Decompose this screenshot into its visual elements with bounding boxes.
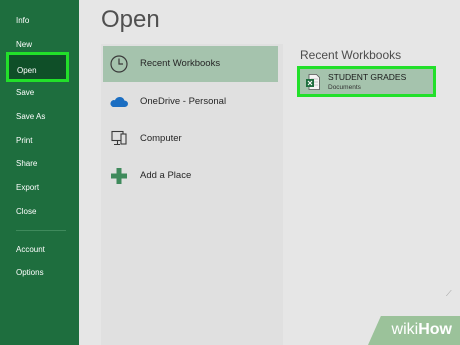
- open-locations-panel: Recent Workbooks OneDrive - Personal Com…: [101, 44, 283, 345]
- location-label: Recent Workbooks: [140, 58, 221, 69]
- location-label: OneDrive - Personal: [140, 96, 227, 107]
- location-computer[interactable]: Computer: [103, 121, 278, 157]
- location-label: Add a Place: [140, 170, 192, 181]
- location-label: Computer: [140, 133, 182, 144]
- excel-file-icon: [306, 74, 320, 90]
- recent-file-name: STUDENT GRADES: [328, 72, 407, 82]
- plus-icon: [111, 168, 127, 184]
- nav-export[interactable]: Export: [16, 183, 39, 192]
- backstage-sidebar: Info New Open Save Save As Print Share E…: [0, 0, 79, 345]
- computer-icon: [111, 130, 127, 146]
- nav-save[interactable]: Save: [16, 88, 34, 97]
- nav-open-label: Open: [17, 66, 37, 75]
- watermark-wiki: wiki: [391, 321, 419, 338]
- nav-options[interactable]: Options: [16, 268, 44, 277]
- resize-grip-icon: ⟋: [446, 289, 452, 298]
- nav-save-as[interactable]: Save As: [16, 112, 45, 121]
- nav-info[interactable]: Info: [16, 16, 29, 25]
- location-add-place[interactable]: Add a Place: [103, 158, 278, 194]
- page-title: Open: [101, 6, 160, 33]
- recent-workbooks-heading: Recent Workbooks: [300, 48, 402, 62]
- nav-print[interactable]: Print: [16, 136, 32, 145]
- location-onedrive[interactable]: OneDrive - Personal: [103, 84, 278, 120]
- recent-file-location: Documents: [328, 84, 361, 91]
- watermark-how: How: [418, 321, 452, 338]
- location-recent-workbooks[interactable]: Recent Workbooks: [103, 46, 278, 82]
- sidebar-divider: [16, 230, 66, 231]
- cloud-icon: [110, 96, 128, 107]
- watermark-text: wikiHow: [392, 321, 452, 339]
- wikihow-watermark: wikiHow: [368, 316, 460, 345]
- clock-icon: [110, 55, 128, 73]
- recent-file-student-grades[interactable]: STUDENT GRADES Documents: [297, 66, 436, 97]
- nav-open[interactable]: Open: [6, 52, 69, 82]
- nav-new[interactable]: New: [16, 40, 32, 49]
- nav-account[interactable]: Account: [16, 245, 45, 254]
- nav-close[interactable]: Close: [16, 207, 36, 216]
- nav-share[interactable]: Share: [16, 159, 37, 168]
